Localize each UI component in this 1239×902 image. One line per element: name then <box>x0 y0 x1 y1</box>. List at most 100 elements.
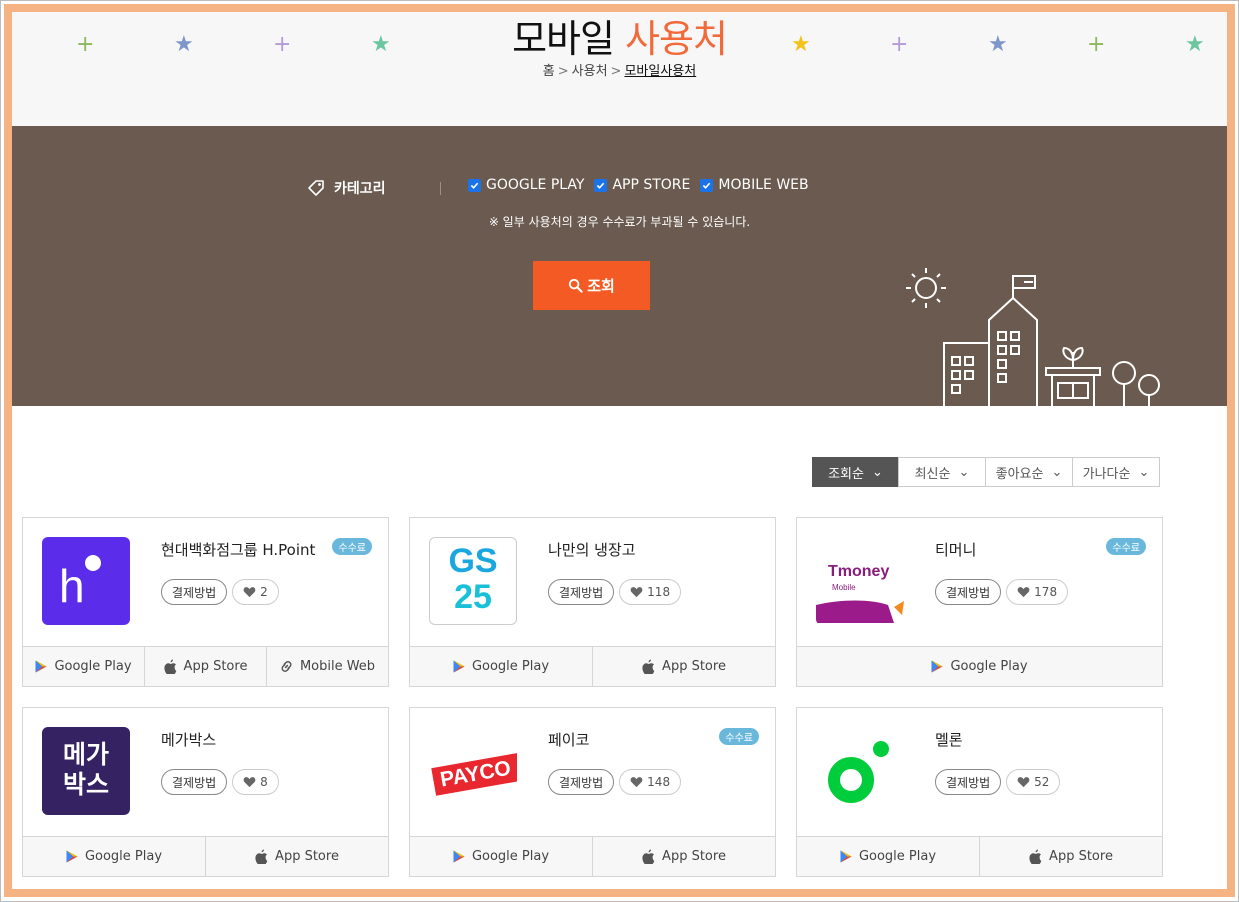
sort-latest[interactable]: 최신순 ⌄ <box>898 457 986 487</box>
google-play-icon <box>35 660 47 673</box>
heart-icon <box>630 777 643 788</box>
checked-icon[interactable] <box>594 178 608 192</box>
store-links: Google Play <box>797 646 1162 686</box>
megabox-logo: 메가 박스 <box>42 727 130 815</box>
merchant-card-gs25[interactable]: GS 25 나만의 냉장고 결제방법 118 Google Play App S… <box>409 517 776 687</box>
store-link-app-store[interactable]: App Store <box>144 647 266 686</box>
heart-icon <box>1017 587 1030 598</box>
heart-icon <box>1017 777 1030 788</box>
heart-icon <box>630 587 643 598</box>
merchant-card-megabox[interactable]: 메가 박스 메가박스 결제방법 8 Google Play App Store <box>22 707 389 877</box>
merchant-name[interactable]: 페이코 <box>548 729 589 750</box>
checkbox-mobile-web[interactable]: MOBILE WEB <box>700 177 809 193</box>
payco-logo: PAYCO <box>429 727 517 815</box>
tag-icon <box>308 180 324 196</box>
breadcrumb-separator-icon: > <box>557 64 569 79</box>
payment-method-button[interactable]: 결제방법 <box>935 579 1002 605</box>
breadcrumb: 홈 > 사용처 > 모바일사용처 <box>12 60 1227 79</box>
filter-banner: 카테고리 GOOGLE PLAY APP STORE MOBILE WEB ※ … <box>12 126 1227 406</box>
chevron-down-icon: ⌄ <box>958 464 970 480</box>
merchant-name[interactable]: 나만의 냉장고 <box>548 539 636 560</box>
breadcrumb-usage[interactable]: 사용처 <box>572 64 608 79</box>
store-link-app-store[interactable]: App Store <box>205 837 388 876</box>
card-actions: 결제방법 118 <box>548 579 682 605</box>
store-link-app-store[interactable]: App Store <box>979 837 1162 876</box>
like-button[interactable]: 8 <box>232 769 279 795</box>
like-button[interactable]: 52 <box>1006 769 1061 795</box>
checkbox-google-play[interactable]: GOOGLE PLAY <box>468 177 584 193</box>
store-link-google-play[interactable]: Google Play <box>23 647 144 686</box>
sort-bar: 조회순 ⌄ 최신순 ⌄ 좋아요순 ⌄ 가나다순 ⌄ <box>812 457 1160 487</box>
merchant-name[interactable]: 멜론 <box>935 729 963 750</box>
store-links: Google Play App Store <box>797 836 1162 876</box>
google-play-icon <box>840 850 852 863</box>
store-link-mobile-web[interactable]: Mobile Web <box>266 647 388 686</box>
sort-likes[interactable]: 좋아요순 ⌄ <box>985 457 1073 487</box>
store-links: Google Play App Store <box>23 836 388 876</box>
city-illustration <box>906 268 1160 406</box>
google-play-icon <box>453 660 465 673</box>
store-link-app-store[interactable]: App Store <box>592 647 775 686</box>
payment-method-button[interactable]: 결제방법 <box>548 579 615 605</box>
page-content: + ★ + ★ ★ + ★ + ★ 모바일 사용처 홈 > 사용처 > 모바일사용처 카… <box>4 4 1235 897</box>
divider <box>440 182 441 195</box>
category-checkboxes: GOOGLE PLAY APP STORE MOBILE WEB <box>468 177 809 193</box>
breadcrumb-home[interactable]: 홈 <box>543 64 555 79</box>
gs25-logo: GS 25 <box>429 537 517 625</box>
merchant-card-payco[interactable]: PAYCO 페이코 수수료 결제방법 148 Google Play App S… <box>409 707 776 877</box>
search-button[interactable]: 조회 <box>533 261 650 310</box>
payment-method-button[interactable]: 결제방법 <box>161 769 228 795</box>
page-title: 모바일 사용처 <box>512 17 728 61</box>
card-actions: 결제방법 148 <box>548 769 682 795</box>
apple-icon <box>642 849 655 864</box>
card-actions: 결제방법 2 <box>161 579 279 605</box>
tmoney-logo: Tmoney Mobile <box>816 537 904 625</box>
hpoint-logo: h <box>42 537 130 625</box>
like-button[interactable]: 118 <box>619 579 682 605</box>
chevron-down-icon: ⌄ <box>1051 464 1063 480</box>
merchant-name[interactable]: 현대백화점그룹 H.Point <box>161 539 315 560</box>
checked-icon[interactable] <box>468 178 481 192</box>
store-links: Google Play App Store Mobile Web <box>23 646 388 686</box>
breadcrumb-separator-icon: > <box>610 64 622 79</box>
payment-method-button[interactable]: 결제방법 <box>161 579 228 605</box>
breadcrumb-current[interactable]: 모바일사용처 <box>624 64 696 79</box>
page-header: + ★ + ★ ★ + ★ + ★ 모바일 사용처 홈 > 사용처 > 모바일사용처 <box>12 12 1227 126</box>
apple-icon <box>642 659 655 674</box>
merchant-card-hpoint[interactable]: h 현대백화점그룹 H.Point 수수료 결제방법 2 Google Play… <box>22 517 389 687</box>
payment-method-button[interactable]: 결제방법 <box>935 769 1002 795</box>
merchant-card-tmoney[interactable]: Tmoney Mobile 티머니 수수료 결제방법 178 Google Pl… <box>796 517 1163 687</box>
checked-icon[interactable] <box>700 178 714 192</box>
melon-logo <box>816 727 904 815</box>
store-link-app-store[interactable]: App Store <box>592 837 775 876</box>
store-link-google-play[interactable]: Google Play <box>410 647 592 686</box>
merchant-name[interactable]: 메가박스 <box>161 729 216 750</box>
apple-icon <box>163 659 176 674</box>
link-icon <box>281 661 292 672</box>
merchant-card-melon[interactable]: 멜론 결제방법 52 Google Play App Store <box>796 707 1163 877</box>
like-button[interactable]: 148 <box>619 769 682 795</box>
store-links: Google Play App Store <box>410 646 775 686</box>
checkbox-app-store[interactable]: APP STORE <box>594 177 690 193</box>
heart-icon <box>243 777 256 788</box>
like-button[interactable]: 2 <box>232 579 279 605</box>
merchant-name[interactable]: 티머니 <box>935 539 976 560</box>
chevron-down-icon: ⌄ <box>1138 464 1150 480</box>
card-actions: 결제방법 52 <box>935 769 1061 795</box>
google-play-icon <box>66 850 78 863</box>
search-icon <box>569 278 583 293</box>
heart-icon <box>243 587 256 598</box>
apple-icon <box>255 849 268 864</box>
sort-views[interactable]: 조회순 ⌄ <box>812 457 899 487</box>
like-button[interactable]: 178 <box>1006 579 1069 605</box>
google-play-icon <box>931 660 943 673</box>
store-link-google-play[interactable]: Google Play <box>410 837 592 876</box>
store-link-google-play[interactable]: Google Play <box>797 647 1162 686</box>
store-link-google-play[interactable]: Google Play <box>797 837 979 876</box>
card-actions: 결제방법 178 <box>935 579 1069 605</box>
sort-alphabetical[interactable]: 가나다순 ⌄ <box>1072 457 1160 487</box>
page-frame: + ★ + ★ ★ + ★ + ★ 모바일 사용처 홈 > 사용처 > 모바일사용처 카… <box>0 0 1239 902</box>
google-play-icon <box>453 850 465 863</box>
payment-method-button[interactable]: 결제방법 <box>548 769 615 795</box>
store-link-google-play[interactable]: Google Play <box>23 837 205 876</box>
